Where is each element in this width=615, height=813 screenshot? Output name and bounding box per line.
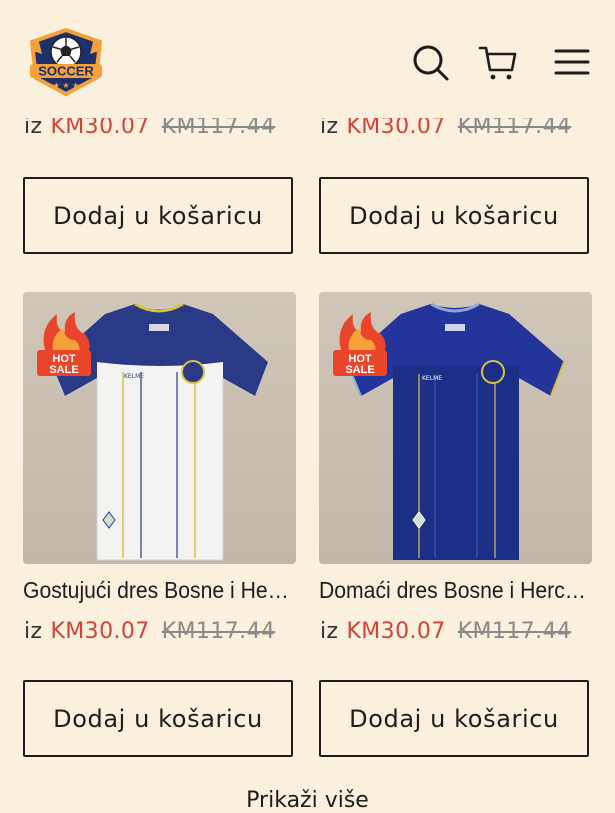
old-price: KM117.44	[457, 619, 572, 644]
old-price: KM117.44	[161, 619, 276, 644]
current-price: KM30.07	[50, 619, 150, 644]
product-price: iz KM30.07 KM117.44	[24, 619, 275, 644]
load-more-link[interactable]: Prikaži više	[0, 788, 615, 813]
product-image-home-jersey[interactable]: KELME HOT SALE	[319, 292, 592, 564]
add-to-cart-button[interactable]: Dodaj u košaricu	[23, 177, 293, 254]
hot-sale-badge: HOT SALE	[35, 310, 95, 380]
jersey-brand: KELME	[422, 375, 442, 382]
product-image-away-jersey[interactable]: KELME HOT SALE	[23, 292, 296, 564]
product-title[interactable]: Gostujući dres Bosne i Hercegovine	[23, 577, 294, 604]
menu-icon[interactable]	[552, 42, 592, 82]
add-to-cart-button[interactable]: Dodaj u košaricu	[319, 680, 589, 757]
site-header: SOCCER ★ ★ ★	[0, 0, 615, 118]
price-prefix: iz	[24, 619, 43, 644]
hot-sale-label: HOT SALE	[345, 353, 374, 376]
search-icon[interactable]	[410, 42, 450, 82]
add-to-cart-button[interactable]: Dodaj u košaricu	[319, 177, 589, 254]
current-price: KM30.07	[346, 619, 446, 644]
svg-text:★ ★ ★: ★ ★ ★	[53, 81, 80, 90]
cart-icon[interactable]	[478, 42, 518, 82]
price-prefix: iz	[320, 619, 339, 644]
jersey-brand: KELME	[124, 373, 144, 380]
product-price: iz KM30.07 KM117.44	[320, 619, 571, 644]
soccer-logo[interactable]: SOCCER ★ ★ ★	[26, 27, 106, 97]
hot-sale-label: HOT SALE	[49, 353, 78, 376]
logo-text: SOCCER	[38, 64, 94, 79]
product-title[interactable]: Domaći dres Bosne i Hercegovine	[319, 577, 590, 604]
add-to-cart-button[interactable]: Dodaj u košaricu	[23, 680, 293, 757]
hot-sale-badge: HOT SALE	[331, 310, 391, 380]
